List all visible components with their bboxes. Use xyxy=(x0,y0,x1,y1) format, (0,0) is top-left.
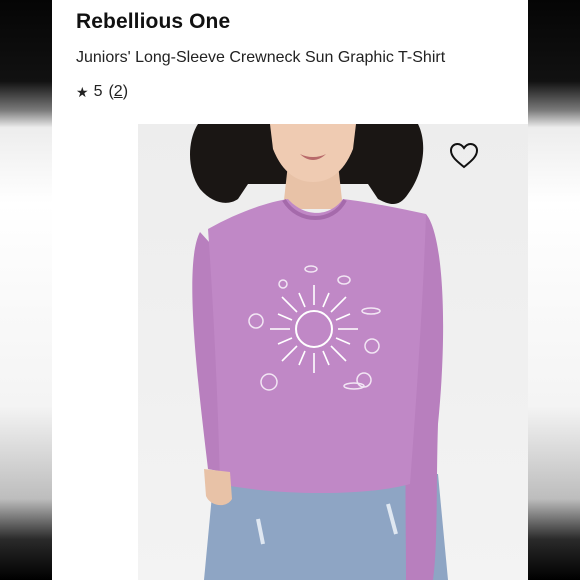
star-icon: ★ xyxy=(76,83,89,100)
heart-outline-icon[interactable] xyxy=(448,140,480,172)
product-image[interactable] xyxy=(138,124,528,580)
product-rating: ★ 5 (2) xyxy=(76,83,128,101)
brand-name[interactable]: Rebellious One xyxy=(76,10,230,34)
review-count-link[interactable]: 2 xyxy=(114,83,123,100)
right-letterbox xyxy=(528,0,580,580)
rating-value: 5 xyxy=(93,83,103,100)
left-hand xyxy=(204,469,232,506)
review-count[interactable]: (2) xyxy=(108,83,128,101)
left-letterbox xyxy=(0,0,52,580)
product-panel: Rebellious One Juniors' Long-Sleeve Crew… xyxy=(52,0,528,580)
product-photo-illustration xyxy=(190,124,448,580)
product-title: Juniors' Long-Sleeve Crewneck Sun Graphi… xyxy=(76,49,446,66)
